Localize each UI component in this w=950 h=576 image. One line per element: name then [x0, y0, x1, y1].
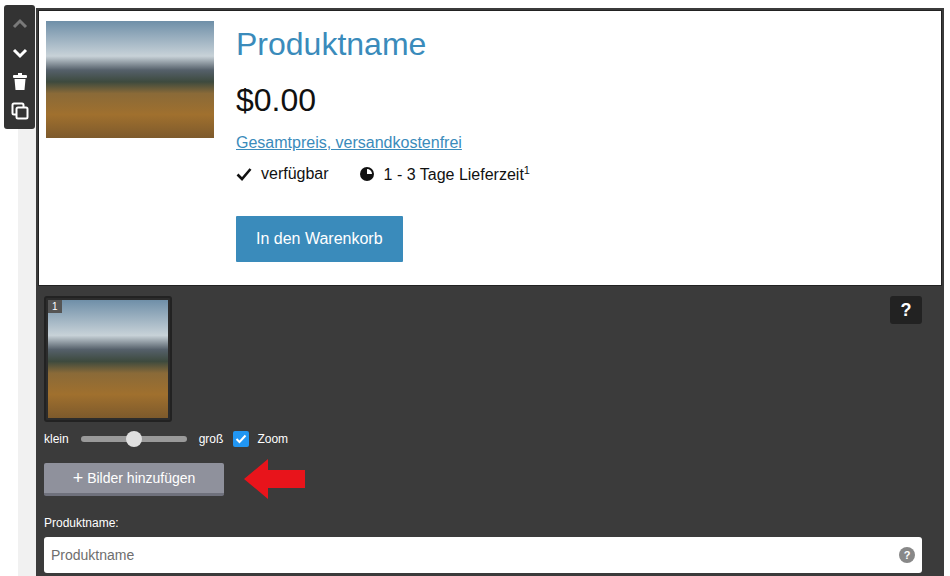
slider-max-label: groß	[199, 432, 224, 446]
duplicate-button[interactable]	[4, 96, 35, 125]
image-index-badge: 1	[48, 300, 62, 313]
image-thumbnail[interactable]: 1	[44, 296, 172, 422]
slider-min-label: klein	[44, 432, 69, 446]
product-image	[46, 21, 214, 138]
plus-icon: +	[73, 469, 84, 487]
add-images-row: +Bilder hinzufügen	[44, 457, 936, 501]
delivery-time: 1 - 3 Tage Lieferzeit1	[359, 164, 530, 184]
add-to-cart-button[interactable]: In den Warenkorb	[236, 216, 403, 262]
footnote: 1	[524, 164, 530, 176]
copy-icon	[11, 102, 29, 120]
add-images-button[interactable]: +Bilder hinzufügen	[44, 463, 224, 496]
chevron-down-icon	[12, 45, 28, 61]
editor-panel: ? 1 klein groß Zoom +Bilder hinzufügen P…	[38, 286, 942, 576]
move-down-button[interactable]	[4, 38, 35, 67]
product-title: Produktname	[236, 25, 426, 63]
size-row: klein groß Zoom	[44, 430, 936, 448]
price-note-link[interactable]: Gesamtpreis, versandkostenfrei	[236, 134, 462, 152]
delete-button[interactable]	[4, 67, 35, 96]
page: Produktname $0.00 Gesamtpreis, versandko…	[0, 0, 950, 576]
move-up-button[interactable]	[4, 9, 35, 38]
help-button[interactable]: ?	[890, 296, 922, 324]
zoom-checkbox[interactable]	[233, 431, 249, 447]
thumbnail-image	[48, 300, 168, 418]
product-price: $0.00	[236, 81, 316, 119]
product-block: Produktname $0.00 Gesamtpreis, versandko…	[36, 8, 944, 576]
name-field-label: Produktname:	[44, 516, 936, 530]
slider-knob[interactable]	[126, 431, 142, 447]
check-icon	[236, 167, 252, 181]
size-slider[interactable]	[81, 436, 187, 442]
product-meta: verfügbar 1 - 3 Tage Lieferzeit1	[236, 164, 530, 184]
chevron-up-icon	[12, 16, 28, 32]
block-toolbar	[4, 5, 35, 129]
name-field: ?	[44, 537, 922, 573]
red-arrow-icon	[244, 457, 306, 501]
product-info: Produktname $0.00 Gesamtpreis, versandko…	[236, 21, 530, 269]
clock-icon	[359, 166, 375, 182]
zoom-label: Zoom	[257, 432, 288, 446]
name-input[interactable]	[44, 537, 922, 573]
availability: verfügbar	[236, 164, 329, 184]
checkmark-icon	[235, 433, 247, 445]
image-list: 1	[44, 296, 936, 422]
product-card: Produktname $0.00 Gesamtpreis, versandko…	[38, 10, 942, 286]
field-help-icon[interactable]: ?	[899, 547, 915, 563]
trash-icon	[12, 73, 28, 91]
